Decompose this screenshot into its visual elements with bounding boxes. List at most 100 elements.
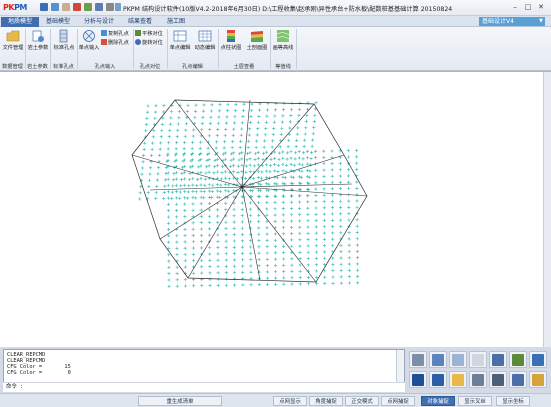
soil-section-button[interactable]: 土剖面图 [245, 29, 269, 55]
point-input-button[interactable]: 单点输入 [78, 29, 100, 55]
open-icon[interactable] [73, 3, 81, 11]
grid-display-toggle[interactable]: 点网显示 [273, 396, 307, 406]
pile-point [209, 109, 214, 113]
pile-point [233, 277, 237, 281]
box-solid-icon [432, 354, 444, 366]
pile-point [216, 283, 220, 287]
pen-edit-button[interactable] [529, 371, 547, 388]
tab-drawings[interactable]: 施工图 [159, 17, 193, 27]
copy-hole-button[interactable]: 复制孔点 [101, 30, 129, 38]
font-smaller-button[interactable] [429, 371, 447, 388]
pile-point [150, 153, 154, 158]
drawing-canvas[interactable] [0, 71, 551, 347]
pile-point [174, 177, 178, 181]
object-snap-toggle[interactable]: 对象捕捉 [421, 396, 455, 406]
eraser-button[interactable] [469, 351, 487, 368]
pile-point [264, 126, 268, 131]
font-larger-button[interactable] [409, 371, 427, 388]
undo-icon[interactable] [84, 3, 92, 11]
soil-params-button[interactable]: 岩土参数 [27, 29, 49, 55]
move-align-button[interactable]: 平移对位 [135, 30, 163, 38]
module-select[interactable]: 基础设计V4 ▼ [479, 17, 545, 26]
ortho-mode-toggle[interactable]: 正交模式 [345, 396, 379, 406]
pile-point [306, 187, 310, 191]
dynamic-edit-button[interactable]: 动态编辑 [193, 29, 217, 55]
pile-point [191, 177, 195, 181]
foundation-plan-drawing[interactable] [0, 72, 543, 347]
customize-icon[interactable] [115, 3, 121, 11]
pile-point [297, 187, 302, 191]
contour-button[interactable]: 画等高线 [271, 29, 295, 55]
pile-point [312, 126, 316, 130]
pile-point [167, 234, 171, 238]
rotate-align-button[interactable]: 旋转对位 [135, 39, 163, 47]
tab-analysis-design[interactable]: 分析与设计 [77, 17, 121, 27]
box-solid-button[interactable] [429, 351, 447, 368]
delete-hole-icon [101, 39, 107, 45]
column-chart-button[interactable]: 点柱状图 [219, 29, 243, 55]
pile-point [263, 139, 267, 143]
pile-point [322, 187, 326, 191]
keyboard-button[interactable] [509, 351, 527, 368]
delete-hole-button[interactable]: 删除孔点 [101, 39, 129, 47]
pile-point [227, 183, 231, 187]
pile-point [238, 146, 242, 150]
grid-snap-toggle[interactable]: 点网捕捉 [381, 396, 415, 406]
pile-point [186, 196, 190, 200]
file-manage-button[interactable]: 文件管理 [2, 29, 24, 55]
pile-point [273, 114, 277, 118]
pile-point [240, 201, 244, 205]
point-edit-button[interactable]: 单点编辑 [169, 29, 191, 55]
crosshair-toggle[interactable]: 显示叉丝 [458, 396, 492, 406]
angle-button[interactable] [509, 371, 527, 388]
calculator-button[interactable] [489, 351, 507, 368]
pile-point [208, 277, 212, 281]
pile-point [248, 201, 252, 205]
settings-icon[interactable] [106, 3, 114, 11]
pile-point [330, 174, 334, 178]
redo-icon[interactable] [95, 3, 103, 11]
pile-point [183, 227, 187, 231]
save-as-icon[interactable] [51, 3, 59, 11]
pile-point [279, 132, 283, 137]
pile-point [207, 134, 211, 138]
layer-button[interactable] [449, 351, 467, 368]
pile-point [294, 144, 298, 149]
pile-point [347, 212, 351, 216]
pile-point [216, 214, 220, 218]
print-button[interactable] [529, 351, 547, 368]
box-view-button[interactable] [409, 351, 427, 368]
regen-list-button[interactable]: 重生成清单 [138, 396, 222, 406]
tab-foundation-model[interactable]: 基础模型 [39, 17, 77, 27]
measure-button[interactable] [489, 371, 507, 388]
pile-point [305, 113, 309, 117]
pile-point [294, 151, 298, 155]
close-button[interactable]: ✕ [535, 2, 547, 12]
folder-open-button[interactable] [449, 371, 467, 388]
pile-point [280, 120, 284, 124]
show-coords-toggle[interactable]: 显示坐标 [496, 396, 530, 406]
angle-snap-toggle[interactable]: 角度捕捉 [309, 396, 343, 406]
pile-point [314, 168, 318, 172]
pile-point [339, 256, 343, 260]
pile-point [292, 163, 297, 167]
command-input[interactable]: 命令 : [3, 382, 405, 392]
pile-point [265, 182, 269, 186]
pile-point [249, 270, 253, 274]
pile-point [302, 151, 306, 155]
dimension-button[interactable] [469, 371, 487, 388]
print-icon[interactable] [62, 3, 70, 11]
pile-point [166, 215, 171, 219]
pile-point [355, 249, 359, 253]
command-scrollbar[interactable] [396, 350, 404, 382]
canvas-scrollbar[interactable] [543, 72, 551, 347]
save-icon[interactable] [40, 3, 48, 11]
pile-point [216, 264, 220, 269]
maximize-button[interactable]: □ [522, 2, 534, 12]
tab-geology-model[interactable]: 地质模型 [1, 17, 39, 27]
pile-point [148, 166, 153, 170]
minimize-button[interactable]: – [509, 2, 521, 12]
std-hole-button[interactable]: 标准孔点 [52, 29, 76, 55]
pile-point [216, 258, 220, 262]
tab-results[interactable]: 结果查看 [121, 17, 159, 27]
